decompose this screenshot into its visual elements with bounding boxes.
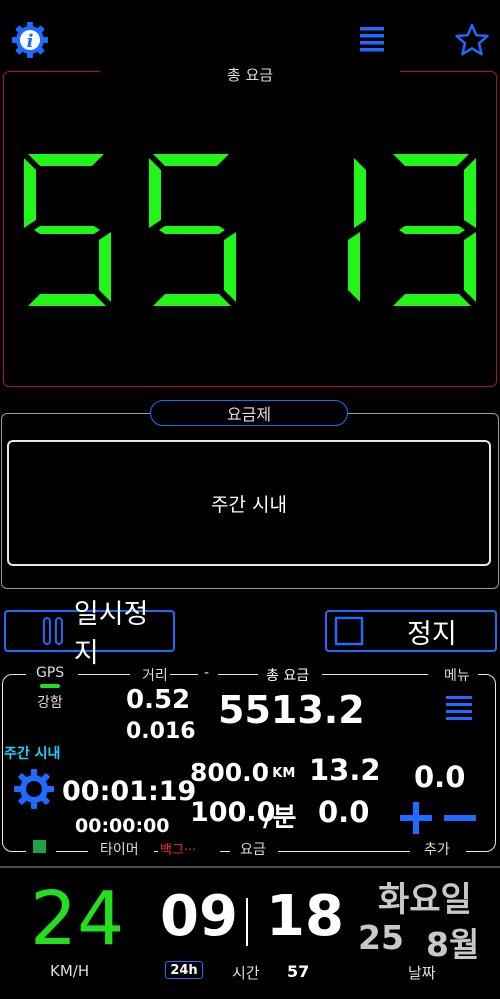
divider (0, 866, 500, 868)
clock-minute: 18 (266, 884, 344, 949)
status-indicator (33, 840, 46, 853)
menu-button[interactable] (350, 18, 394, 62)
timer-label: 타이머 (100, 842, 139, 858)
hamburger-icon (446, 696, 472, 720)
fare-panel-title: 총 요금 (226, 66, 274, 84)
total-fare-label: 총 요금 (266, 668, 310, 684)
hamburger-icon (360, 27, 384, 52)
svg-text:i: i (27, 31, 34, 52)
distance-total: 0.52 (126, 685, 191, 715)
fare-digit-3 (348, 158, 366, 302)
date-day: 25 (358, 918, 404, 957)
extra-label: 추가 (424, 842, 450, 858)
info-gear-icon: i (12, 22, 48, 58)
info-settings-button[interactable]: i (8, 18, 52, 62)
speed-value: 24 (30, 876, 125, 962)
km-fare-value: 13.2 (309, 753, 381, 787)
star-outline-icon (455, 23, 489, 56)
pause-icon (42, 617, 63, 645)
stopped-time: 00:00:00 (75, 815, 170, 837)
rate-per-km-unit: / KM (263, 766, 296, 781)
favorite-button[interactable] (450, 18, 494, 62)
clock-seconds: 57 (287, 962, 310, 981)
rate-per-km: 800.0 (190, 758, 270, 787)
clock-hour: 09 (160, 884, 238, 949)
stop-label: 정지 (407, 618, 457, 650)
fare-digit-1 (24, 154, 111, 306)
fare-footer-label: 요금 (240, 842, 266, 858)
extra-value: 0.0 (414, 760, 466, 794)
elapsed-time: 00:01:19 (62, 776, 197, 807)
speed-unit: KM/H (50, 962, 90, 980)
distance-label: 거리 (142, 668, 168, 684)
date-month: 8월 (426, 925, 480, 964)
gps-label: GPS (36, 665, 65, 681)
minus-icon (444, 815, 476, 821)
gear-icon (14, 769, 54, 809)
gps-signal-bar (40, 684, 60, 688)
settings-button[interactable] (12, 767, 56, 815)
fare-label-dash: - (204, 665, 210, 681)
time-label: 시간 (232, 964, 260, 982)
rate-per-minute-unit: /분 (263, 803, 297, 833)
mode-label: 주간 시내 (4, 746, 61, 762)
stop-icon (334, 616, 364, 646)
add-extra-button[interactable] (398, 800, 434, 840)
distance-sub: 0.016 (126, 719, 196, 744)
rate-title-pill: 요금제 (150, 400, 348, 426)
date-label: 날짜 (408, 964, 436, 982)
pause-button[interactable]: 일시정지 (4, 599, 175, 669)
fare-digit-4 (393, 154, 476, 306)
menu-label: 메뉴 (444, 668, 470, 684)
plus-icon (400, 802, 432, 834)
clock-separator (246, 898, 248, 946)
rate-value: 주간 시내 (211, 493, 287, 516)
total-fare-value: 5513.2 (218, 688, 365, 732)
fare-digit-2 (149, 154, 236, 306)
subtract-extra-button[interactable] (442, 800, 478, 840)
time-format-badge[interactable]: 24h (165, 961, 203, 979)
minute-fare-value: 0.0 (318, 795, 370, 829)
background-label: 백그··· (160, 843, 197, 858)
info-menu-button[interactable] (445, 694, 473, 728)
pause-label: 일시정지 (73, 599, 149, 669)
gps-strength: 강함 (37, 695, 63, 711)
weekday: 화요일 (378, 880, 472, 920)
stop-button[interactable]: 정지 (325, 610, 497, 652)
rate-selector[interactable]: 주간 시내 (7, 440, 491, 566)
